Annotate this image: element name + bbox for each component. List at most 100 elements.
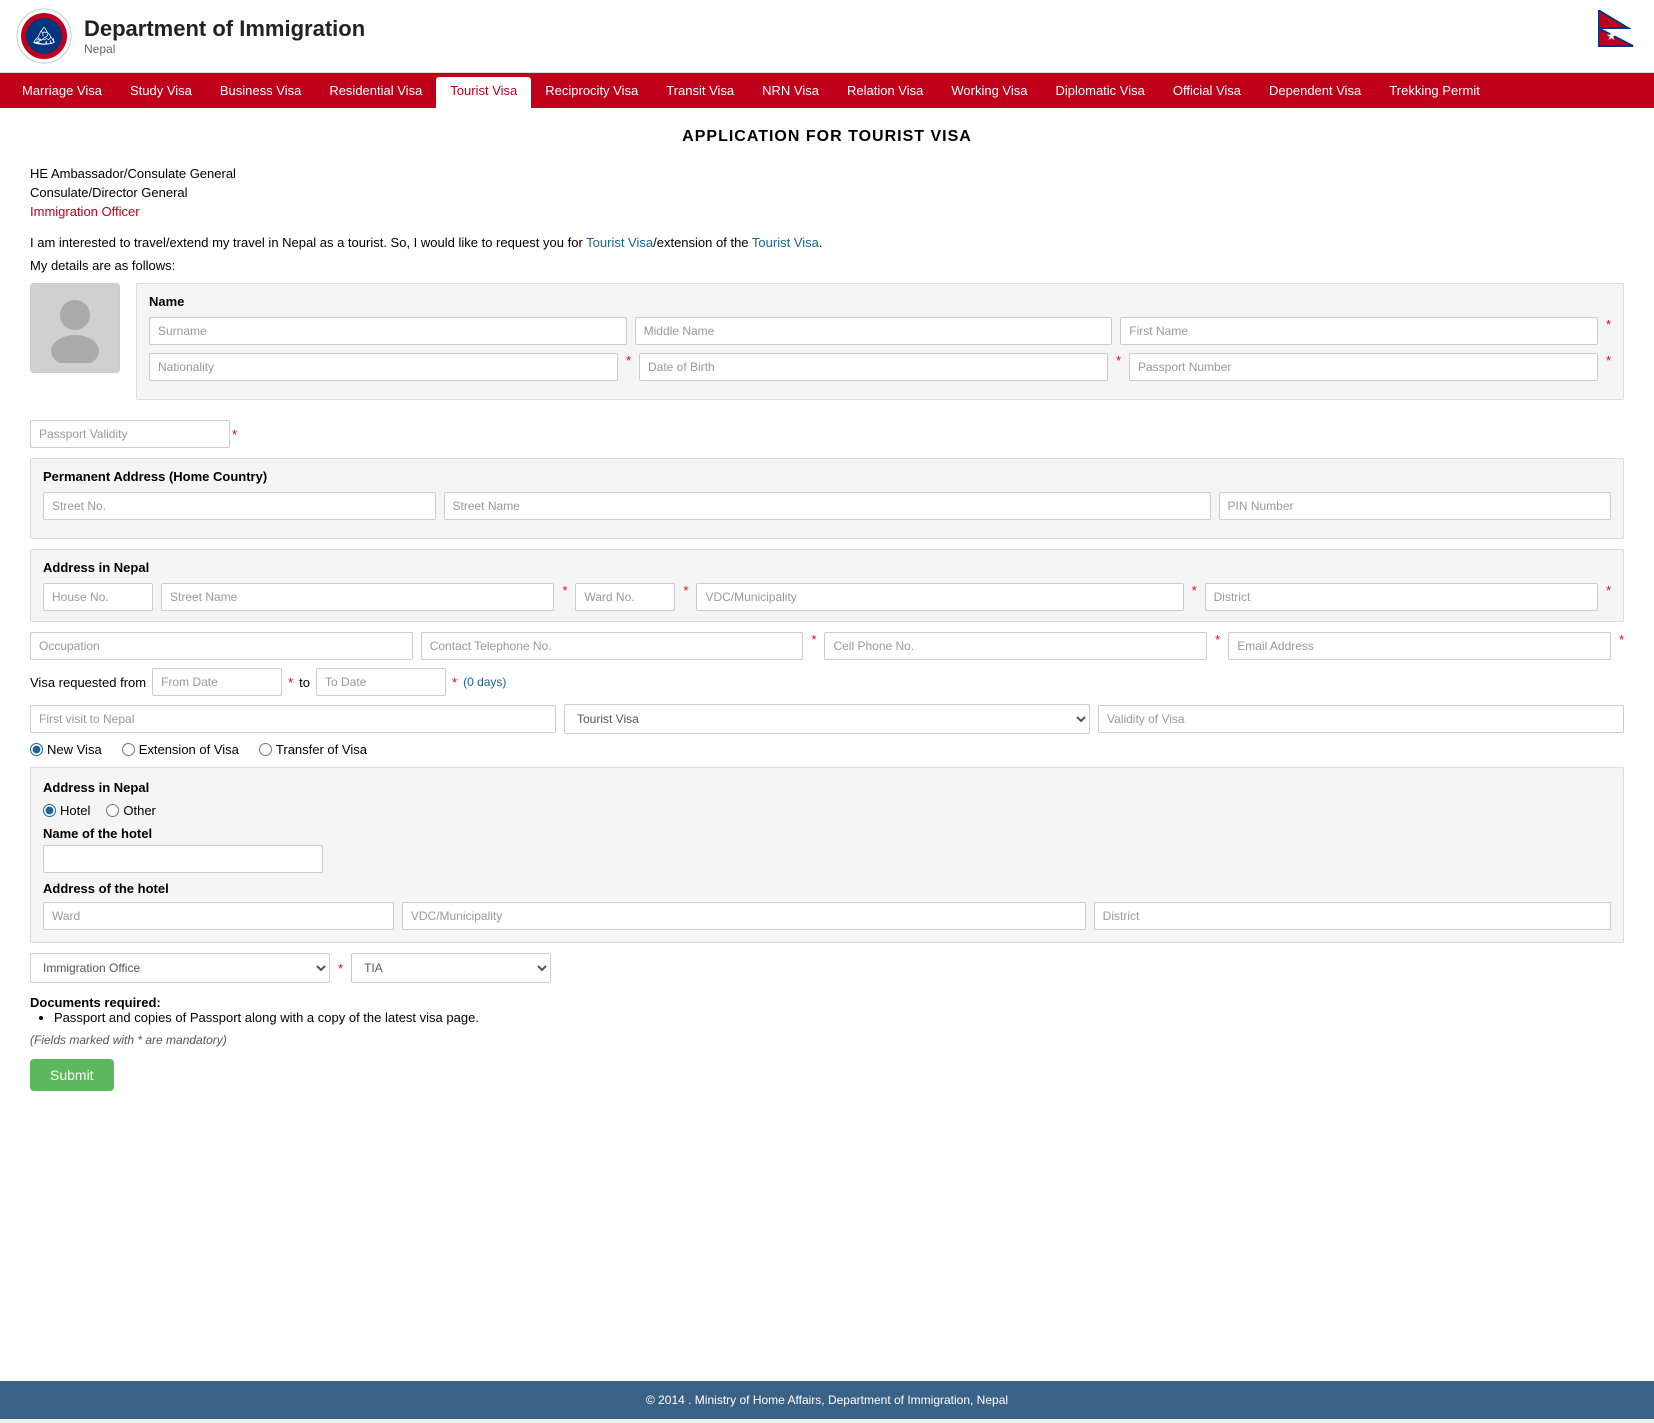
transfer-visa-label[interactable]: Transfer of Visa <box>259 742 367 757</box>
intro-text: HE Ambassador/Consulate General Consulat… <box>30 166 1624 219</box>
nav-transit-visa[interactable]: Transit Visa <box>652 73 748 108</box>
passport-required-star: * <box>1606 353 1611 381</box>
imm-required: * <box>338 961 343 976</box>
photo-placeholder <box>30 283 120 373</box>
house-no-input[interactable] <box>43 583 153 611</box>
nav-dependent-visa[interactable]: Dependent Visa <box>1255 73 1375 108</box>
main-content: APPLICATION FOR TOURIST VISA HE Ambassad… <box>0 108 1654 1381</box>
nav-business-visa[interactable]: Business Visa <box>206 73 315 108</box>
nav-nrn-visa[interactable]: NRN Visa <box>748 73 833 108</box>
visit-row: Tourist Visa Business Visa Other <box>30 704 1624 734</box>
nav-diplomatic-visa[interactable]: Diplomatic Visa <box>1041 73 1158 108</box>
hotel-vdc-input[interactable] <box>402 902 1086 930</box>
nav-trekking-permit[interactable]: Trekking Permit <box>1375 73 1494 108</box>
ward-no-input[interactable] <box>575 583 675 611</box>
hotel-address-row <box>43 902 1611 930</box>
intro-line1: HE Ambassador/Consulate General <box>30 166 1624 181</box>
footer-text: © 2014 . Ministry of Home Affairs, Depar… <box>646 1393 1008 1407</box>
nav-official-visa[interactable]: Official Visa <box>1159 73 1255 108</box>
address-nepal-row: * * * * <box>43 583 1611 611</box>
nav-study-visa[interactable]: Study Visa <box>116 73 206 108</box>
mandatory-note: (Fields marked with * are mandatory) <box>30 1033 1624 1047</box>
immigration-office-row: Immigration Office TIA Office Other * TI… <box>30 953 1624 983</box>
immigration-office-select[interactable]: Immigration Office TIA Office Other <box>30 953 330 983</box>
first-visit-input[interactable] <box>30 705 556 733</box>
street-no-input[interactable] <box>43 492 436 520</box>
name-section-title: Name <box>149 294 1611 309</box>
page-header: 🏔 Department of Immigration Nepal ★ <box>0 0 1654 73</box>
pin-number-input[interactable] <box>1219 492 1612 520</box>
passport-number-input[interactable] <box>1129 353 1598 381</box>
hotel-label[interactable]: Hotel <box>43 803 90 818</box>
nav-tourist-visa[interactable]: Tourist Visa <box>436 77 531 108</box>
contact-tel-input[interactable] <box>421 632 804 660</box>
nationality-required-star: * <box>626 353 631 381</box>
cell-phone-input[interactable] <box>824 632 1207 660</box>
vdc-input[interactable] <box>696 583 1183 611</box>
extension-visa-label[interactable]: Extension of Visa <box>122 742 239 757</box>
email-input[interactable] <box>1228 632 1611 660</box>
address-nepal2-title: Address in Nepal <box>43 780 1611 795</box>
validity-of-visa-input[interactable] <box>1098 705 1624 733</box>
permanent-address-section: Permanent Address (Home Country) <box>30 458 1624 539</box>
header-left: 🏔 Department of Immigration Nepal <box>16 8 365 64</box>
name-required-star: * <box>1606 317 1611 345</box>
other-radio[interactable] <box>106 804 119 817</box>
passport-validity-required: * <box>232 427 237 442</box>
addr-street-input[interactable] <box>161 583 554 611</box>
documents-section: Documents required: Passport and copies … <box>30 995 1624 1025</box>
hotel-name-input[interactable] <box>43 845 323 873</box>
surname-input[interactable] <box>149 317 627 345</box>
extension-visa-radio[interactable] <box>122 743 135 756</box>
name-row: * <box>149 317 1611 345</box>
intro-line3: Immigration Officer <box>30 204 1624 219</box>
to-label: to <box>299 675 310 690</box>
days-label: (0 days) <box>463 675 506 689</box>
visa-requested-row: Visa requested from * to * (0 days) <box>30 668 1624 696</box>
nav-relation-visa[interactable]: Relation Visa <box>833 73 937 108</box>
nationality-input[interactable] <box>149 353 618 381</box>
email-required: * <box>1619 632 1624 660</box>
other-text: Other <box>123 803 156 818</box>
ward-required: * <box>683 583 688 611</box>
tourist-visa-select[interactable]: Tourist Visa Business Visa Other <box>564 704 1090 734</box>
occupation-input[interactable] <box>30 632 413 660</box>
name-section: Name * * * * <box>136 283 1624 400</box>
first-name-input[interactable] <box>1120 317 1598 345</box>
form-top: Name * * * * <box>30 283 1624 410</box>
my-details-label: My details are as follows: <box>30 258 1624 273</box>
nav-marriage-visa[interactable]: Marriage Visa <box>8 73 116 108</box>
hotel-ward-input[interactable] <box>43 902 394 930</box>
district-required: * <box>1606 583 1611 611</box>
middle-name-input[interactable] <box>635 317 1113 345</box>
site-subtitle: Nepal <box>84 42 365 56</box>
document-item: Passport and copies of Passport along wi… <box>54 1010 1624 1025</box>
passport-validity-input[interactable] <box>30 420 230 448</box>
district-input[interactable] <box>1205 583 1598 611</box>
street-name-input[interactable] <box>444 492 1211 520</box>
perm-address-row <box>43 492 1611 520</box>
svg-text:🏔: 🏔 <box>33 26 56 46</box>
tia-select[interactable]: TIA Kathmandu Pokhara <box>351 953 551 983</box>
to-date-required: * <box>452 675 457 690</box>
transfer-visa-text: Transfer of Visa <box>276 742 367 757</box>
nav-working-visa[interactable]: Working Visa <box>937 73 1041 108</box>
submit-button[interactable]: Submit <box>30 1059 114 1091</box>
hotel-district-input[interactable] <box>1094 902 1611 930</box>
nationality-dob-row: * * * <box>149 353 1611 381</box>
transfer-visa-radio[interactable] <box>259 743 272 756</box>
from-date-required: * <box>288 675 293 690</box>
new-visa-radio[interactable] <box>30 743 43 756</box>
nav-residential-visa[interactable]: Residential Visa <box>315 73 436 108</box>
nav-reciprocity-visa[interactable]: Reciprocity Visa <box>531 73 652 108</box>
svg-text:★: ★ <box>1606 29 1617 43</box>
cell-required: * <box>1215 632 1220 660</box>
from-date-input[interactable] <box>152 668 282 696</box>
other-label[interactable]: Other <box>106 803 156 818</box>
visa-requested-label: Visa requested from <box>30 675 146 690</box>
dob-input[interactable] <box>639 353 1108 381</box>
new-visa-label[interactable]: New Visa <box>30 742 102 757</box>
address-nepal-box: Address in Nepal Hotel Other Name of the… <box>30 767 1624 943</box>
hotel-radio[interactable] <box>43 804 56 817</box>
to-date-input[interactable] <box>316 668 446 696</box>
